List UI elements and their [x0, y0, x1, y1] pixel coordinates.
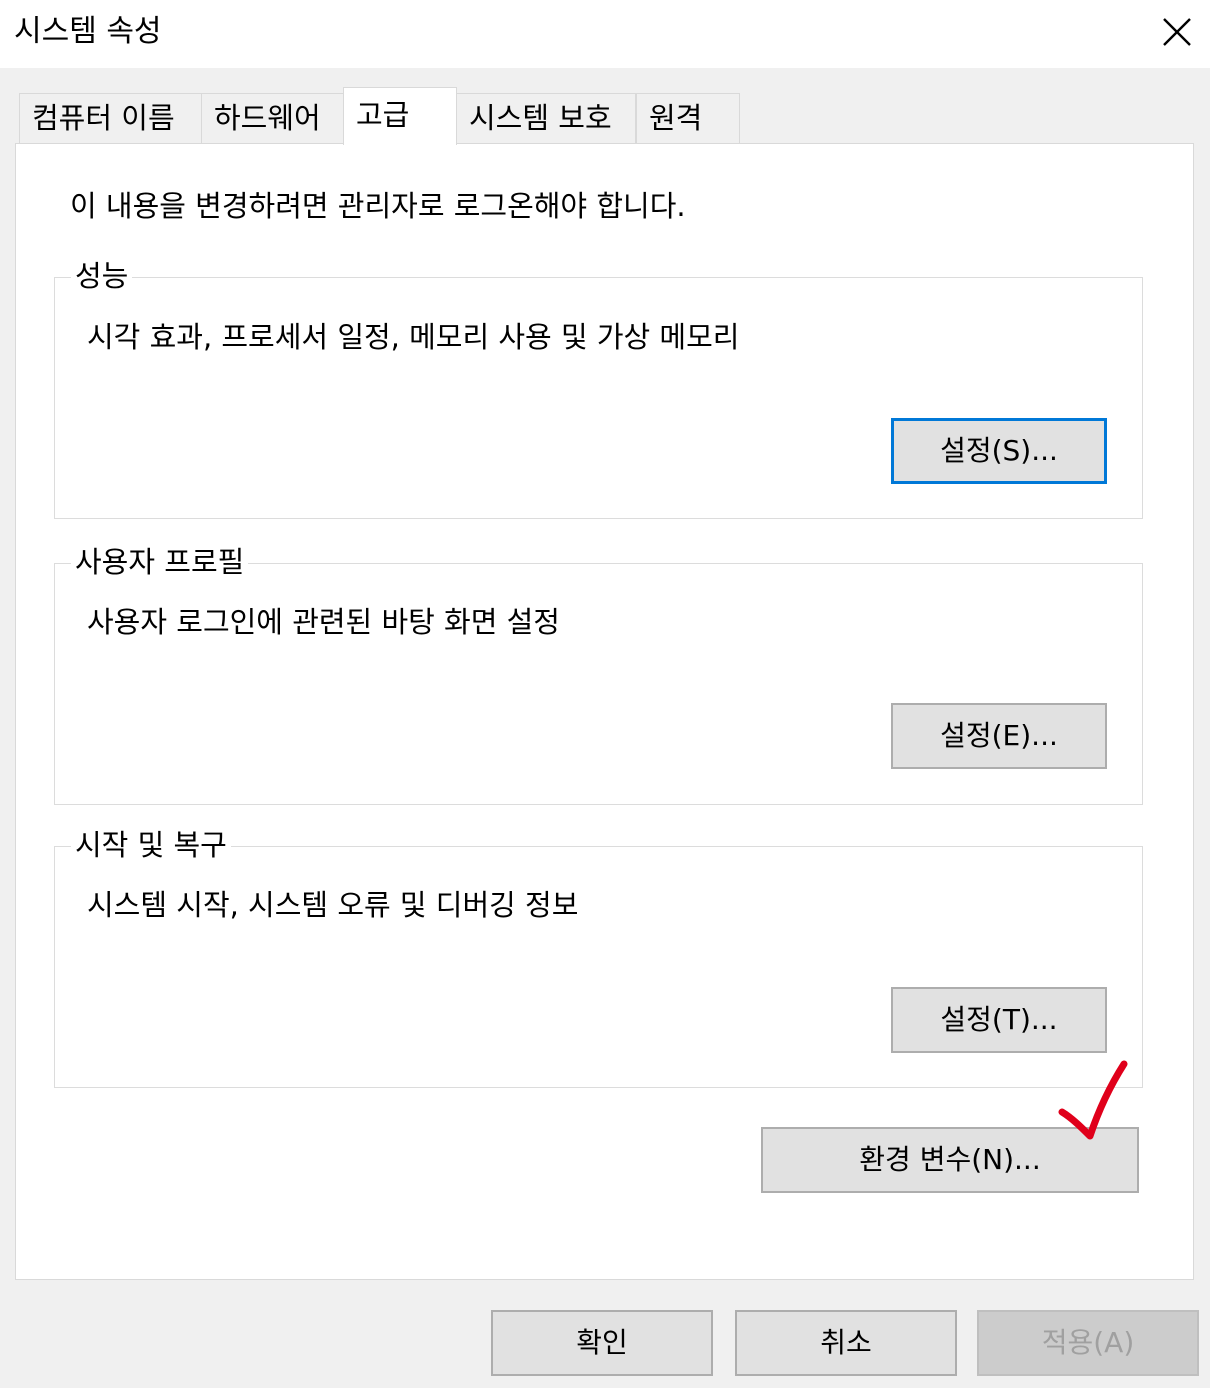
- checkmark-icon: [1058, 1060, 1130, 1148]
- group-legend: 사용자 프로필: [71, 542, 249, 582]
- cancel-button[interactable]: 취소: [735, 1310, 957, 1376]
- admin-notice: 이 내용을 변경하려면 관리자로 로그온해야 합니다.: [70, 189, 686, 223]
- tab-label: 원격: [649, 101, 703, 135]
- close-icon: [1163, 18, 1191, 46]
- tab-computer-name[interactable]: 컴퓨터 이름: [19, 93, 202, 143]
- group-legend: 성능: [71, 256, 133, 296]
- performance-settings-button[interactable]: 설정(S)...: [891, 418, 1107, 484]
- tab-remote[interactable]: 원격: [636, 93, 740, 143]
- close-button[interactable]: [1144, 0, 1210, 64]
- tab-system-protection[interactable]: 시스템 보호: [456, 93, 636, 143]
- group-description: 시각 효과, 프로세서 일정, 메모리 사용 및 가상 메모리: [87, 320, 740, 354]
- startup-recovery-settings-button[interactable]: 설정(T)...: [891, 987, 1107, 1053]
- ok-button[interactable]: 확인: [491, 1310, 713, 1376]
- tab-hardware[interactable]: 하드웨어: [201, 93, 344, 143]
- apply-button[interactable]: 적용(A): [977, 1310, 1199, 1376]
- window-title: 시스템 속성: [14, 14, 162, 49]
- tab-advanced[interactable]: 고급: [343, 87, 457, 145]
- title-bar: 시스템 속성: [0, 0, 1210, 68]
- tab-label: 하드웨어: [214, 101, 321, 135]
- group-description: 시스템 시작, 시스템 오류 및 디버깅 정보: [87, 888, 579, 922]
- user-profiles-settings-button[interactable]: 설정(E)...: [891, 703, 1107, 769]
- tab-label: 고급: [356, 98, 410, 132]
- group-description: 사용자 로그인에 관련된 바탕 화면 설정: [87, 605, 560, 639]
- tab-label: 컴퓨터 이름: [32, 101, 175, 135]
- tab-label: 시스템 보호: [469, 101, 612, 135]
- group-legend: 시작 및 복구: [71, 825, 231, 865]
